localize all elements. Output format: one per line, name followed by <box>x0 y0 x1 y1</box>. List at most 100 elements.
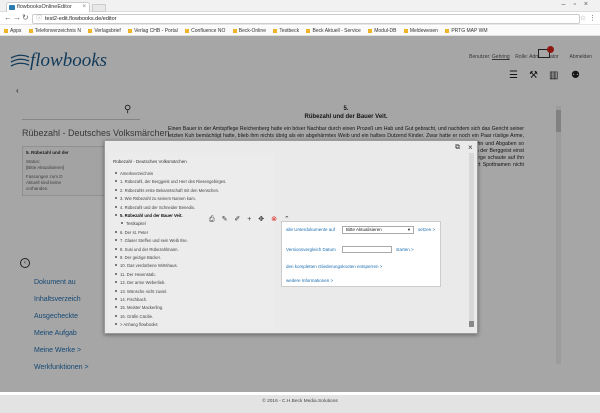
browser-tab[interactable]: flowbooksOnlineEditor × <box>6 2 90 12</box>
bookmark-item[interactable]: Modul-DB <box>368 26 396 35</box>
bullet-icon <box>115 298 117 300</box>
tree-panel: Rübezahl - Deutsches Volksmärchen Amerkv… <box>109 153 275 329</box>
status-select-value: Bitte Aktualisieren <box>346 227 382 232</box>
tree-item[interactable]: 12. Der arme Weberlieb. <box>115 280 166 285</box>
tree-item[interactable]: 8. Susi und der Rübezahlmann. <box>115 247 179 252</box>
date-input[interactable] <box>342 246 392 253</box>
bullet-icon <box>115 239 117 242</box>
bookmark-item[interactable]: Confluence NO <box>185 26 225 35</box>
tree-item[interactable]: 6. Der st. Peter <box>115 230 148 235</box>
tree-item[interactable]: Testkapitel <box>121 221 146 226</box>
tree-item-label: 10. Das verdorbene Wirtshaus. <box>120 263 178 269</box>
add-icon[interactable]: + <box>247 216 251 223</box>
bookmark-item[interactable]: Testbeck <box>273 26 299 35</box>
tree-item-label: 14. Fischbach. <box>120 297 148 302</box>
tree-item-label: > Anhang flowbooks <box>120 322 158 328</box>
bullet-icon <box>115 188 117 191</box>
tree-item[interactable]: 1. Rübezahl, der Berggeist und Herr des … <box>115 179 226 184</box>
modal-scrollbar[interactable] <box>469 153 474 327</box>
tree-item[interactable]: 10. Das verdorbene Wirtshaus. <box>115 263 178 268</box>
external-link-icon[interactable]: ⧉ <box>455 144 460 152</box>
tree-item-label: 15. Meister Mackerling. <box>120 305 164 311</box>
tree-item-label: 2. Rübezahls erste Bekanntschaft mit den… <box>120 187 220 193</box>
tab-close-icon[interactable]: × <box>82 3 86 12</box>
bullet-icon <box>115 289 117 292</box>
tree-item-label: 9. Der geizige Bäcker. <box>120 255 161 260</box>
starten-button[interactable]: starten > <box>396 247 414 252</box>
tree-item-label: 3. Wie Rübezahl zu seinem Namen kam. <box>120 196 196 202</box>
tree-item-label: 11. Der Hexenstab. <box>120 271 156 277</box>
tree-item-label: 1. Rübezahl, der Berggeist und Herr des … <box>120 179 227 185</box>
bookmark-item[interactable]: Beck Aktuell - Service <box>306 26 360 35</box>
tree-item-label: 13. Wünsche nicht zuviel. <box>120 288 168 294</box>
tree-item[interactable]: 16. Gräfin Cäcilie. <box>115 314 153 319</box>
bullet-icon <box>115 314 117 317</box>
back-icon[interactable]: ← <box>4 13 12 22</box>
forward-icon[interactable]: → <box>13 13 21 22</box>
tree-item[interactable]: Amerkverzeichnis <box>115 171 153 176</box>
tree-item-label: 12. Der arme Weberlieb. <box>120 280 166 286</box>
tree-item[interactable]: 9. Der geizige Bäcker. <box>115 255 161 260</box>
tree-item-label: 7. Glaser Steffen und sein Weib Ilse. <box>120 238 188 244</box>
bullet-icon <box>115 197 117 200</box>
footer: © 2016 - C.H.Beck Media.Solutions <box>0 395 600 413</box>
bullet-icon <box>121 222 123 225</box>
bullet-icon <box>115 264 117 267</box>
rename-icon[interactable]: ✐ <box>234 215 240 223</box>
bullet-icon <box>115 323 117 326</box>
setzen-button[interactable]: setzen > <box>418 227 435 232</box>
tree-item[interactable]: 14. Fischbach. <box>115 297 147 302</box>
bookmarks-bar: Apps Telefonverzeichnis N Verlagsbrief V… <box>0 26 600 36</box>
favicon-icon <box>9 5 15 10</box>
tree-item[interactable]: 15. Meister Mackerling. <box>115 305 163 310</box>
bullet-icon <box>115 180 117 183</box>
tree-item[interactable]: 7. Glaser Steffen und sein Weib Ilse. <box>115 238 188 243</box>
subdocs-link[interactable]: alle Unterdokumente auf <box>286 227 335 232</box>
print-icon[interactable]: ⎙ <box>209 216 215 224</box>
bookmark-item[interactable]: Meldewesen <box>404 26 438 35</box>
bookmark-item[interactable]: Beck-Online <box>233 26 266 35</box>
unlock-outline-link[interactable]: den kompletten Gliederungsknoten entsper… <box>286 264 382 269</box>
move-icon[interactable]: ✥ <box>258 215 264 223</box>
tree-item[interactable]: 13. Wünsche nicht zuviel. <box>115 289 167 294</box>
bookmark-item[interactable]: Apps <box>4 26 21 35</box>
bookmark-item[interactable]: PRTG MAP WM <box>445 26 487 35</box>
tree-item[interactable]: 4. Rübezahl und der Schneider Benedix. <box>115 205 195 210</box>
tree-item-label: Testkapitel <box>126 221 146 227</box>
bullet-icon <box>115 205 117 208</box>
delete-icon[interactable]: ⊗ <box>271 215 277 223</box>
reload-icon[interactable]: ↻ <box>22 13 29 22</box>
tree-item-label: 4. Rübezahl und der Schneider Benedix. <box>120 204 196 210</box>
more-info-link[interactable]: weitere Informationen > <box>286 278 333 283</box>
bookmark-star-icon[interactable]: ☆ <box>580 14 586 22</box>
tree-title: Rübezahl - Deutsches Volksmärchen <box>113 159 187 164</box>
browser-menu-icon[interactable]: ⋮ <box>589 14 596 22</box>
tree-item[interactable]: 11. Der Hexenstab. <box>115 272 156 277</box>
compare-link[interactable]: Versionsvergleich Datum <box>286 247 336 252</box>
bullet-icon <box>115 214 117 216</box>
bookmark-item[interactable]: Verlagsbrief <box>88 26 120 35</box>
edit-icon[interactable]: ✎ <box>222 215 228 223</box>
bullet-icon <box>115 272 117 275</box>
node-actions-panel: alle Unterdokumente auf Bitte Aktualisie… <box>281 221 441 287</box>
modal-scrollbar-thumb[interactable] <box>469 321 474 327</box>
bullet-icon <box>115 230 117 233</box>
tree-item-label: 16. Gräfin Cäcilie. <box>120 313 154 319</box>
tree-item-label: Amerkverzeichnis <box>120 171 154 176</box>
tab-title: flowbooksOnlineEditor <box>17 4 72 10</box>
address-bar[interactable]: ⓘ test2-edit.flowbooks.de/editor <box>32 14 580 24</box>
chevron-down-icon: ▼ <box>407 227 411 232</box>
tree-item[interactable]: 3. Wie Rübezahl zu seinem Namen kam. <box>115 196 196 201</box>
info-icon: ⓘ <box>36 16 43 22</box>
close-icon[interactable]: × <box>468 143 473 152</box>
new-tab-button[interactable] <box>92 4 106 12</box>
bullet-icon <box>115 281 117 284</box>
window-controls[interactable]: –▫× <box>562 1 596 8</box>
tree-item[interactable]: > Anhang flowbooks <box>115 322 158 327</box>
tree-item[interactable]: 2. Rübezahls erste Bekanntschaft mit den… <box>115 188 219 193</box>
bullet-icon <box>115 256 117 258</box>
status-select[interactable]: Bitte Aktualisieren ▼ <box>342 226 414 234</box>
tree-item[interactable]: 5. Rübezahl und der Bauer Veit. <box>115 213 183 218</box>
bookmark-item[interactable]: Verlag CHB - Portal <box>128 26 178 35</box>
bookmark-item[interactable]: Telefonverzeichnis N <box>29 26 81 35</box>
